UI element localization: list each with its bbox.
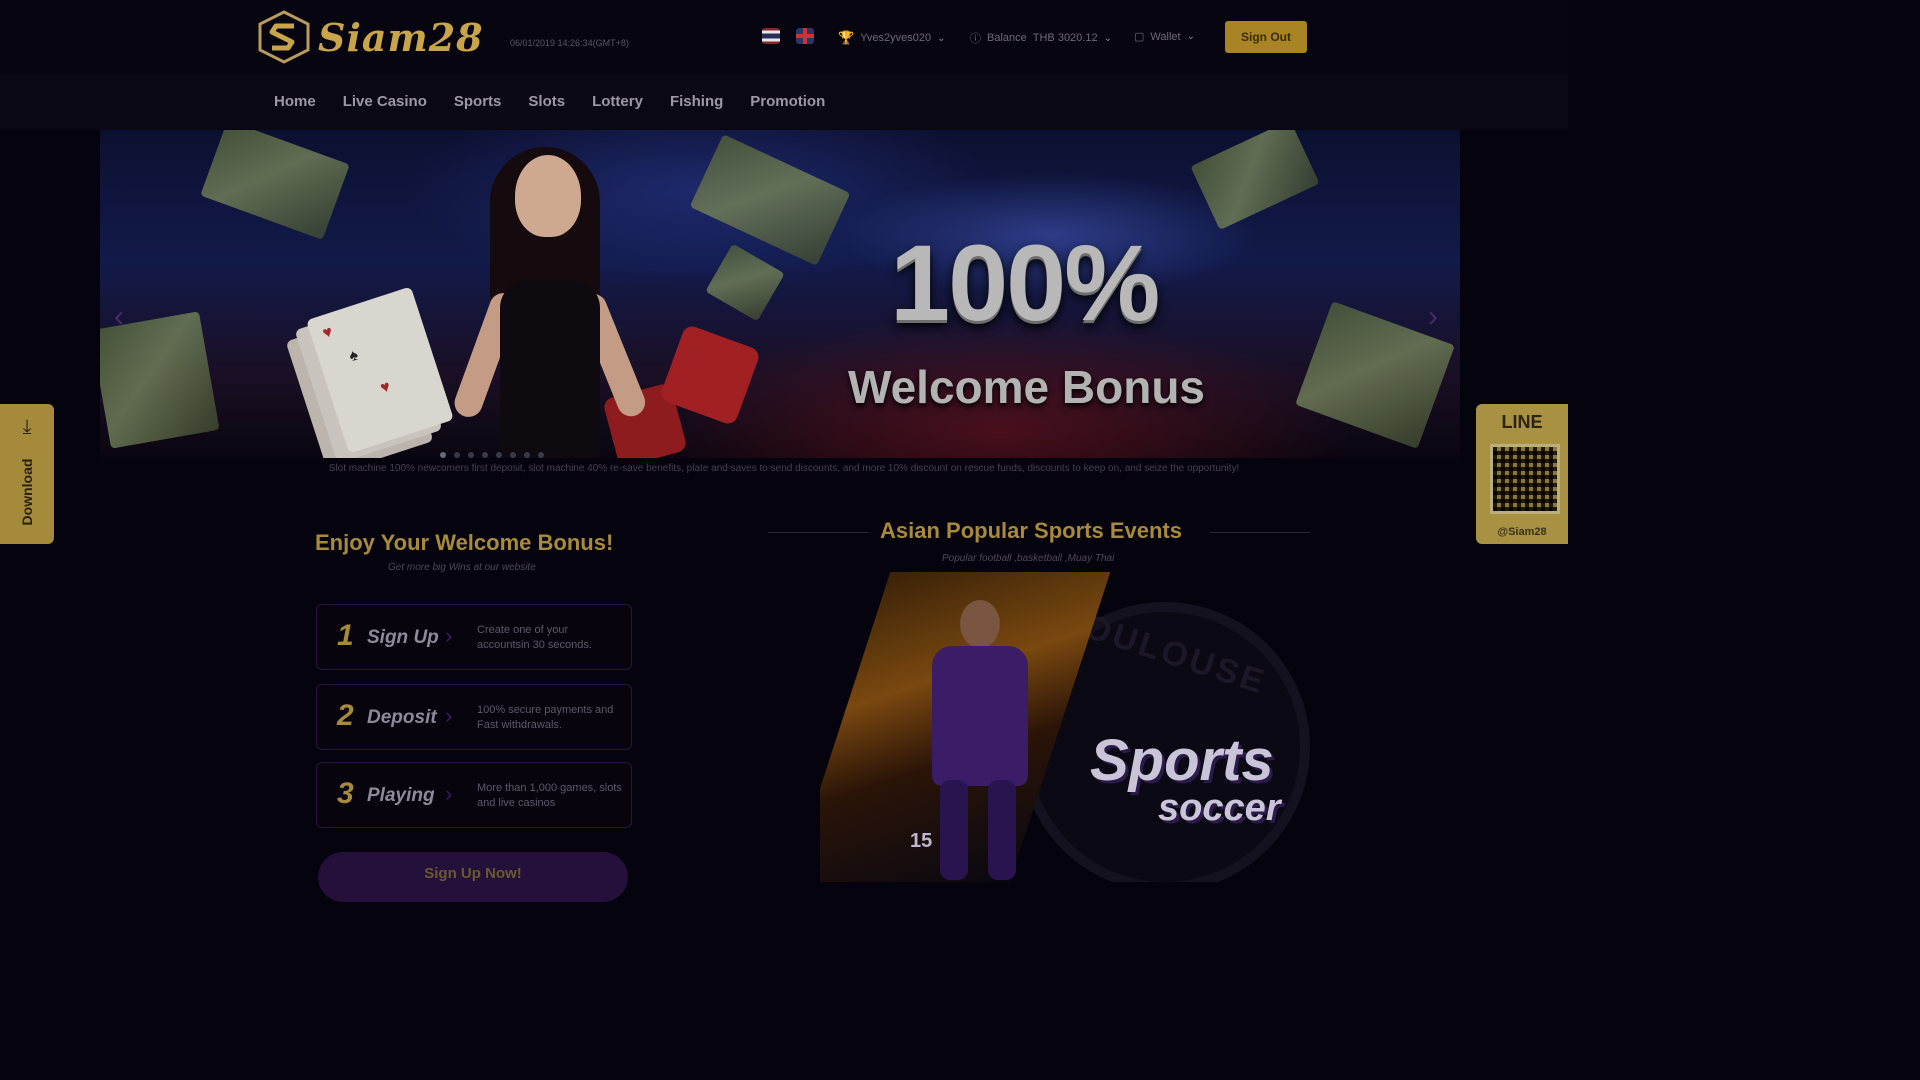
banner-dot[interactable] bbox=[482, 452, 488, 458]
step-deposit[interactable]: 2 Deposit › 100% secure payments and Fas… bbox=[316, 684, 632, 750]
username-label: Yves2yves020 bbox=[860, 32, 932, 44]
banner-dot[interactable] bbox=[440, 452, 446, 458]
nav-item-slots[interactable]: Slots bbox=[528, 93, 565, 110]
step-playing[interactable]: 3 Playing › More than 1,000 games, slots… bbox=[316, 762, 632, 828]
money-bill-image bbox=[689, 134, 851, 266]
sports-banner-word: Sports bbox=[1090, 728, 1274, 793]
info-icon: ⓘ bbox=[970, 33, 981, 45]
welcome-subtitle: Get more big Wins at our website bbox=[388, 562, 536, 573]
money-bill-image bbox=[705, 243, 785, 322]
line-contact-tab[interactable]: LINE @Siam28 bbox=[1476, 404, 1568, 544]
promo-banner[interactable]: ♥ ♠ ♥ 100% Welcome Bonus bbox=[100, 130, 1460, 458]
hostess-image bbox=[420, 147, 670, 458]
sign-out-button[interactable]: Sign Out bbox=[1225, 21, 1307, 53]
chevron-down-icon: ⌄ bbox=[937, 32, 946, 44]
step-label: Deposit bbox=[367, 707, 437, 728]
sports-banner-word: soccer bbox=[1158, 787, 1281, 829]
divider bbox=[1210, 532, 1310, 533]
sports-subtitle: Popular football ,basketball ,Muay Thai bbox=[942, 553, 1115, 564]
step-label: Playing bbox=[367, 785, 435, 806]
site-logo[interactable]: Siam28 bbox=[258, 10, 484, 64]
step-description: 100% secure payments and Fast withdrawal… bbox=[477, 704, 614, 731]
main-nav: Home Live Casino Sports Slots Lottery Fi… bbox=[274, 93, 825, 110]
trophy-icon: 🏆 bbox=[838, 30, 855, 45]
wallet-menu[interactable]: ▢ Wallet ⌄ bbox=[1134, 30, 1195, 44]
step-number: 3 bbox=[337, 777, 354, 810]
divider bbox=[768, 532, 868, 533]
wallet-label: Wallet bbox=[1150, 30, 1181, 43]
banner-headline-text: Welcome Bonus bbox=[848, 361, 1205, 413]
nav-item-home[interactable]: Home bbox=[274, 93, 316, 110]
banner-dot[interactable] bbox=[538, 452, 544, 458]
banner-dot[interactable] bbox=[454, 452, 460, 458]
banner-dot[interactable] bbox=[496, 452, 502, 458]
line-id: @Siam28 bbox=[1497, 526, 1547, 538]
chevron-right-icon: › bbox=[445, 781, 453, 806]
download-icon: ⤓ bbox=[22, 416, 32, 438]
line-qr-code-image bbox=[1490, 444, 1560, 514]
banner-dot[interactable] bbox=[468, 452, 474, 458]
promo-marquee: Slot machine 100% newcomers first deposi… bbox=[328, 463, 1240, 474]
banner-next-arrow-icon[interactable]: › bbox=[1428, 300, 1438, 334]
top-bar bbox=[0, 0, 1568, 74]
banner-headline-percent: 100% bbox=[890, 222, 1160, 343]
thai-flag-icon[interactable] bbox=[762, 28, 780, 44]
download-app-tab[interactable]: ⤓ Download bbox=[0, 404, 54, 544]
nav-item-promotion[interactable]: Promotion bbox=[750, 93, 825, 110]
welcome-title: Enjoy Your Welcome Bonus! bbox=[315, 530, 614, 555]
chevron-right-icon: › bbox=[445, 703, 453, 728]
logo-text: Siam28 bbox=[318, 14, 484, 60]
money-bill-image bbox=[200, 130, 350, 240]
step-number: 1 bbox=[337, 619, 354, 652]
balance-value: THB 3020.12 bbox=[1032, 32, 1098, 44]
wallet-icon: ▢ bbox=[1134, 31, 1145, 43]
step-description: Create one of your accountsin 30 seconds… bbox=[477, 624, 592, 651]
uk-flag-icon[interactable] bbox=[796, 28, 814, 44]
step-number: 2 bbox=[337, 699, 354, 732]
line-title: LINE bbox=[1501, 412, 1543, 432]
nav-item-live-casino[interactable]: Live Casino bbox=[343, 93, 427, 110]
chevron-down-icon: ⌄ bbox=[1103, 32, 1112, 44]
sign-up-now-button[interactable]: Sign Up Now! bbox=[318, 852, 628, 902]
step-label: Sign Up bbox=[367, 627, 439, 648]
soccer-player-image: 15 bbox=[910, 600, 1040, 882]
logo-mark-icon bbox=[258, 10, 310, 64]
jersey-number: 15 bbox=[910, 830, 933, 852]
balance-label: Balance bbox=[987, 32, 1027, 44]
chevron-right-icon: › bbox=[445, 623, 453, 648]
sports-title: Asian Popular Sports Events bbox=[880, 518, 1182, 543]
banner-pagination bbox=[440, 452, 544, 458]
step-sign-up[interactable]: 1 Sign Up › Create one of your accountsi… bbox=[316, 604, 632, 670]
balance-menu[interactable]: ⓘ Balance THB 3020.12 ⌄ bbox=[970, 30, 1112, 46]
money-bill-image bbox=[1190, 130, 1320, 230]
download-label: Download bbox=[19, 458, 35, 526]
nav-item-lottery[interactable]: Lottery bbox=[592, 93, 643, 110]
chevron-down-icon: ⌄ bbox=[1186, 31, 1195, 42]
nav-item-fishing[interactable]: Fishing bbox=[670, 93, 723, 110]
server-datetime: 06/01/2019 14:26:34(GMT+8) bbox=[510, 38, 629, 48]
user-menu[interactable]: 🏆 Yves2yves020 ⌄ bbox=[838, 30, 946, 46]
banner-dot[interactable] bbox=[510, 452, 516, 458]
nav-item-sports[interactable]: Sports bbox=[454, 93, 502, 110]
banner-prev-arrow-icon[interactable]: ‹ bbox=[114, 300, 124, 334]
sports-banner[interactable]: TOULOUSE 15 Sports soccer bbox=[820, 572, 1320, 882]
step-description: More than 1,000 games, slots and live ca… bbox=[477, 782, 622, 809]
banner-dot[interactable] bbox=[524, 452, 530, 458]
